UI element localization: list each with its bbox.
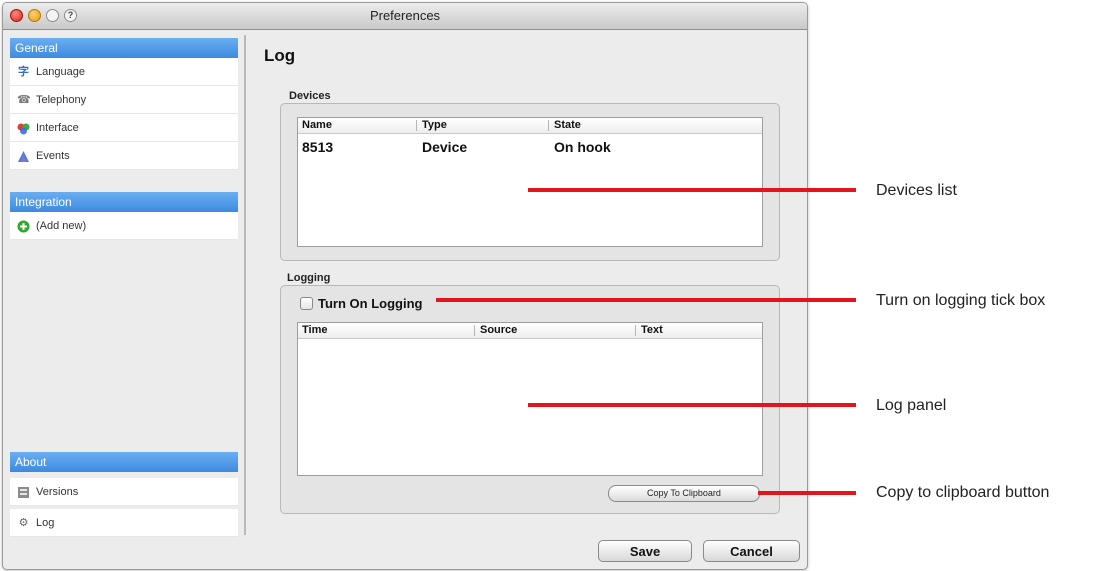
log-panel-header: Time Source Text bbox=[298, 323, 762, 339]
language-icon: 字 bbox=[18, 66, 29, 78]
sidebar-item-label: Log bbox=[36, 517, 55, 529]
events-icon bbox=[17, 150, 30, 163]
devices-list[interactable]: Name Type State 8513 Device On hook bbox=[297, 117, 763, 247]
sidebar-item-label: Telephony bbox=[36, 94, 87, 106]
sidebar-section-general[interactable]: General bbox=[10, 38, 238, 58]
column-header-source[interactable]: Source bbox=[480, 324, 517, 336]
sidebar-item-language[interactable]: 字 Language bbox=[10, 58, 238, 86]
page-title: Log bbox=[264, 46, 296, 65]
sidebar-item-log[interactable]: ⚙ Log bbox=[10, 509, 238, 537]
window-title: Preferences bbox=[369, 8, 441, 23]
table-row[interactable]: 8513 Device On hook bbox=[298, 138, 762, 156]
sidebar-section-about[interactable]: About bbox=[10, 452, 238, 472]
devices-list-callout-line bbox=[528, 188, 856, 192]
copy-button-callout-line bbox=[758, 491, 856, 495]
sidebar-item-label: Language bbox=[36, 66, 85, 78]
sidebar-divider bbox=[244, 35, 246, 535]
telephony-icon: ☎ bbox=[17, 94, 31, 106]
copy-to-clipboard-button[interactable]: Copy To Clipboard bbox=[608, 485, 760, 502]
sidebar-item-label: (Add new) bbox=[36, 220, 87, 232]
sidebar-item-events[interactable]: Events bbox=[10, 142, 238, 170]
sidebar-item-telephony[interactable]: ☎ Telephony bbox=[10, 86, 238, 114]
log-panel[interactable]: Time Source Text bbox=[297, 322, 763, 476]
turn-on-logging-label[interactable]: Turn On Logging bbox=[318, 296, 422, 311]
interface-icon bbox=[17, 122, 30, 135]
sidebar-item-add-new[interactable]: (Add new) bbox=[10, 212, 238, 240]
add-icon bbox=[17, 220, 30, 233]
device-state-cell: On hook bbox=[554, 139, 611, 155]
column-header-time[interactable]: Time bbox=[302, 324, 327, 336]
log-icon: ⚙ bbox=[18, 517, 29, 529]
turn-on-logging-checkbox[interactable] bbox=[300, 297, 313, 310]
column-header-type[interactable]: Type bbox=[422, 119, 447, 131]
save-button[interactable]: Save bbox=[598, 540, 692, 562]
title-bar[interactable]: ? Preferences bbox=[3, 3, 807, 30]
log-panel-callout: Log panel bbox=[876, 397, 947, 414]
logging-checkbox-callout: Turn on logging tick box bbox=[876, 292, 1046, 309]
sidebar-item-versions[interactable]: Versions bbox=[10, 478, 238, 506]
logging-group-label: Logging bbox=[287, 272, 331, 284]
logging-checkbox-callout-line bbox=[436, 298, 856, 302]
versions-icon bbox=[17, 486, 30, 499]
sidebar-item-label: Events bbox=[36, 150, 70, 162]
sidebar-item-label: Interface bbox=[36, 122, 79, 134]
devices-list-callout: Devices list bbox=[876, 182, 957, 199]
devices-list-header: Name Type State bbox=[298, 118, 762, 134]
column-header-name[interactable]: Name bbox=[302, 119, 332, 131]
sidebar: General 字 Language ☎ Telephony Interface… bbox=[10, 35, 238, 540]
column-header-text[interactable]: Text bbox=[641, 324, 663, 336]
sidebar-item-interface[interactable]: Interface bbox=[10, 114, 238, 142]
devices-group-label: Devices bbox=[289, 90, 331, 102]
sidebar-section-integration[interactable]: Integration bbox=[10, 192, 238, 212]
cancel-button[interactable]: Cancel bbox=[703, 540, 800, 562]
sidebar-item-label: Versions bbox=[36, 486, 79, 498]
copy-button-callout: Copy to clipboard button bbox=[876, 484, 1050, 501]
device-type-cell: Device bbox=[422, 139, 468, 155]
column-header-state[interactable]: State bbox=[554, 119, 581, 131]
device-name-cell: 8513 bbox=[302, 139, 334, 155]
log-panel-callout-line bbox=[528, 403, 856, 407]
